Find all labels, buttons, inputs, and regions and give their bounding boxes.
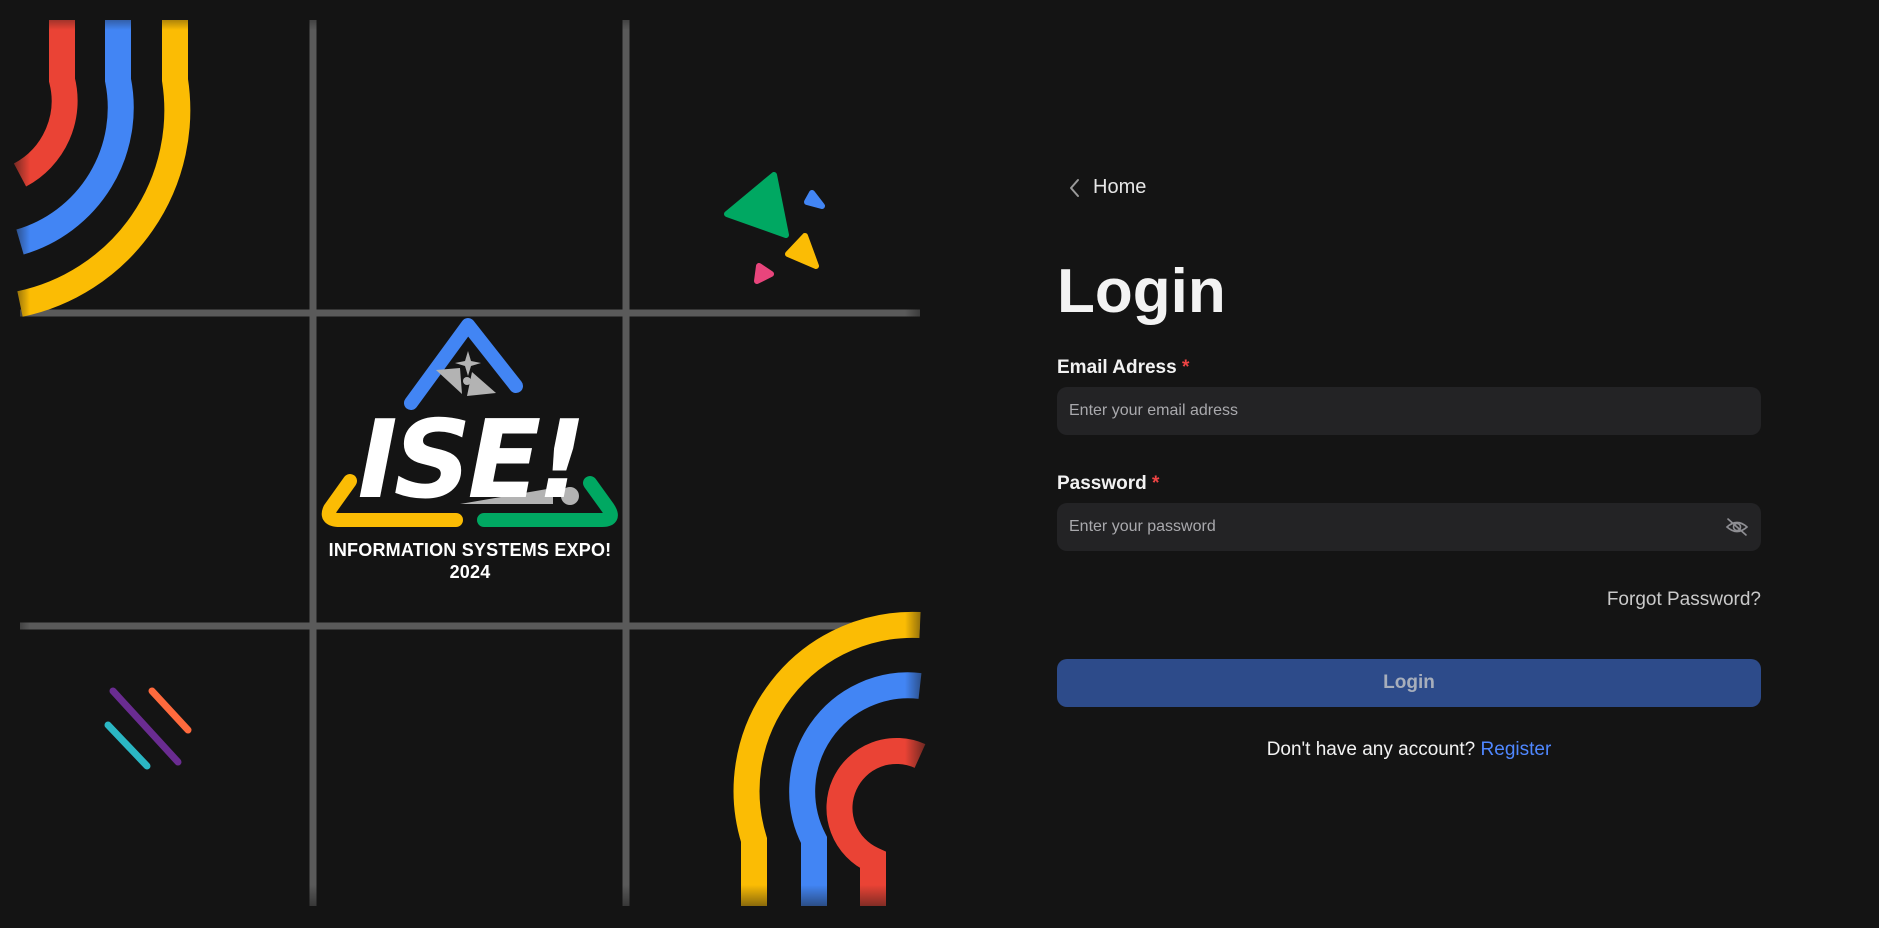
hero-artwork: ISE! INFORMATION SYSTEMS EXPO! 2024 — [0, 0, 940, 928]
login-panel: Home Login Email Adress * Password * For… — [1057, 0, 1761, 928]
login-button[interactable]: Login — [1057, 659, 1761, 707]
top-left-arcs — [13, 20, 191, 317]
email-field[interactable] — [1057, 387, 1761, 435]
forgot-password-link[interactable]: Forgot Password? — [1607, 589, 1761, 611]
decorative-grid: ISE! — [0, 0, 940, 928]
bottom-right-arcs — [733, 611, 926, 906]
password-field[interactable] — [1057, 503, 1761, 551]
register-prompt-text: Don't have any account? — [1266, 739, 1476, 760]
slash-lines-icon — [104, 687, 192, 770]
logo-wordmark: ISE! — [358, 398, 583, 523]
password-field-wrapper — [1057, 503, 1761, 551]
logo-caption: INFORMATION SYSTEMS EXPO! 2024 — [310, 539, 630, 583]
page-title: Login — [1057, 257, 1226, 326]
confetti-triangles-icon — [724, 172, 825, 284]
back-home-link[interactable]: Home — [1069, 176, 1146, 199]
ise-logo: ISE! — [321, 318, 618, 527]
back-home-label: Home — [1093, 176, 1147, 198]
register-link[interactable]: Register — [1481, 739, 1552, 760]
email-field-wrapper — [1057, 387, 1761, 435]
caption-line-1: INFORMATION SYSTEMS EXPO! — [328, 540, 612, 560]
required-mark: * — [1181, 357, 1190, 378]
chevron-left-icon — [1070, 178, 1079, 197]
email-label-text: Email Adress — [1057, 357, 1177, 378]
eye-off-icon[interactable] — [1725, 517, 1749, 537]
caption-line-2: 2024 — [449, 562, 491, 582]
password-label: Password * — [1057, 473, 1159, 495]
required-mark: * — [1152, 473, 1160, 494]
register-prompt: Don't have any account? Register — [1057, 739, 1761, 761]
password-label-text: Password — [1057, 473, 1147, 494]
email-label: Email Adress * — [1057, 357, 1189, 379]
